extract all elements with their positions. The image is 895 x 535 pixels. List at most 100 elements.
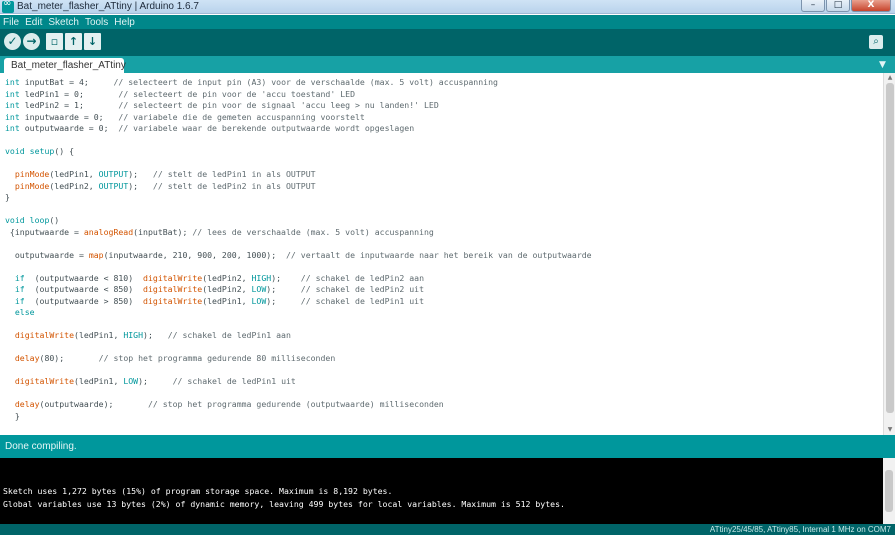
code-token: digitalWrite bbox=[14, 376, 75, 386]
code-comment: // schakel de ledPin2 uit bbox=[300, 284, 425, 294]
verify-button[interactable]: ✓ bbox=[4, 33, 21, 50]
scroll-down-arrow-icon[interactable]: ▼ bbox=[884, 425, 895, 435]
window-title: Bat_meter_flasher_ATtiny | Arduino 1.6.7 bbox=[17, 1, 199, 12]
menu-edit[interactable]: Edit bbox=[25, 17, 42, 28]
code-comment: // schakel de ledPin1 uit bbox=[172, 376, 296, 386]
code-line[interactable]: outputwaarde = map(inputwaarde, 210, 900… bbox=[5, 250, 880, 262]
tab-menu-icon[interactable]: ▼ bbox=[877, 60, 888, 70]
code-token: int bbox=[5, 100, 20, 110]
menu-tools[interactable]: Tools bbox=[85, 17, 108, 28]
code-line[interactable]: void setup() { bbox=[5, 146, 880, 158]
code-line[interactable] bbox=[5, 135, 880, 147]
editor-vertical-scrollbar[interactable]: ▲ ▼ bbox=[883, 73, 895, 435]
code-token: inputwaarde = 0; bbox=[19, 111, 119, 122]
code-token: digitalWrite bbox=[14, 330, 75, 340]
code-line[interactable] bbox=[5, 158, 880, 170]
code-line[interactable]: } bbox=[5, 192, 880, 204]
code-line[interactable]: else bbox=[5, 307, 880, 319]
console-line: Global variables use 13 bytes (2%) of dy… bbox=[3, 499, 565, 509]
close-button[interactable]: X bbox=[851, 0, 891, 12]
code-line[interactable]: digitalWrite(ledPin1, HIGH); // schakel … bbox=[5, 330, 880, 342]
serial-monitor-button[interactable]: ⌕ bbox=[869, 35, 883, 49]
minimize-button[interactable]: – bbox=[801, 0, 825, 12]
code-token: (ledPin1, bbox=[74, 376, 124, 386]
code-token: (ledPin1, bbox=[74, 330, 124, 340]
code-comment: // variabele die de gemeten accuspanning… bbox=[118, 111, 365, 122]
code-token: (ledPin1, bbox=[202, 295, 252, 306]
code-line[interactable] bbox=[5, 261, 880, 273]
code-line[interactable]: int ledPin2 = 1; // selecteert de pin vo… bbox=[5, 100, 880, 112]
code-token: ledPin1 = 0; bbox=[19, 88, 119, 99]
code-token: inputBat = 4; bbox=[19, 77, 114, 87]
code-token: LOW bbox=[123, 376, 139, 386]
code-line[interactable] bbox=[5, 238, 880, 250]
editor-scroll-thumb[interactable] bbox=[886, 83, 894, 413]
code-line[interactable]: if (outputwaarde > 850) digitalWrite(led… bbox=[5, 296, 880, 308]
code-token: HIGH bbox=[251, 272, 272, 283]
code-line[interactable]: void loop() bbox=[5, 215, 880, 227]
code-line[interactable]: int inputwaarde = 0; // variabele die de… bbox=[5, 112, 880, 124]
code-line[interactable]: if (outputwaarde < 810) digitalWrite(led… bbox=[5, 273, 880, 285]
code-token: if bbox=[14, 284, 25, 294]
code-line[interactable] bbox=[5, 342, 880, 354]
tab-bar: Bat_meter_flasher_ATtiny ▼ bbox=[0, 56, 895, 73]
menu-file[interactable]: File bbox=[3, 17, 19, 28]
code-token: (ledPin1, bbox=[49, 169, 99, 179]
console-scroll-thumb[interactable] bbox=[885, 470, 893, 512]
code-token: digitalWrite bbox=[143, 284, 203, 294]
code-line[interactable]: } bbox=[5, 411, 880, 423]
code-line[interactable] bbox=[5, 204, 880, 216]
menu-help[interactable]: Help bbox=[114, 17, 135, 28]
code-line[interactable]: digitalWrite(ledPin1, LOW); // schakel d… bbox=[5, 376, 880, 388]
code-line[interactable]: pinMode(ledPin1, OUTPUT); // stelt de le… bbox=[5, 169, 880, 181]
code-token: (inputBat); bbox=[133, 226, 193, 237]
console-vertical-scrollbar[interactable] bbox=[883, 458, 895, 524]
code-line[interactable]: {inputwaarde = analogRead(inputBat); // … bbox=[5, 227, 880, 239]
code-comment: // stelt de ledPin2 in als OUTPUT bbox=[152, 180, 316, 191]
maximize-button[interactable]: □ bbox=[826, 0, 850, 12]
code-line[interactable]: if (outputwaarde < 850) digitalWrite(led… bbox=[5, 284, 880, 296]
new-sketch-button[interactable]: ▫ bbox=[46, 33, 63, 50]
code-line[interactable]: int ledPin1 = 0; // selecteert de pin vo… bbox=[5, 89, 880, 101]
code-editor[interactable]: int inputBat = 4; // selecteert de input… bbox=[0, 73, 895, 435]
open-sketch-button[interactable]: ↑ bbox=[65, 33, 82, 50]
code-comment: // selecteert de pin voor de 'accu toest… bbox=[118, 88, 355, 99]
code-token: delay bbox=[14, 353, 40, 363]
code-text-area[interactable]: int inputBat = 4; // selecteert de input… bbox=[5, 77, 880, 422]
code-token: int bbox=[5, 111, 20, 122]
code-token: ); bbox=[138, 376, 173, 386]
code-line[interactable] bbox=[5, 388, 880, 400]
code-line[interactable]: int outputwaarde = 0; // variabele waar … bbox=[5, 123, 880, 135]
code-line[interactable] bbox=[5, 365, 880, 377]
menu-sketch[interactable]: Sketch bbox=[48, 17, 79, 28]
upload-button[interactable]: → bbox=[23, 33, 40, 50]
code-token: (outputwaarde < 850) bbox=[24, 284, 144, 294]
code-line[interactable]: int inputBat = 4; // selecteert de input… bbox=[5, 77, 880, 89]
code-token: ledPin2 = 1; bbox=[19, 100, 119, 110]
tab-sketch[interactable]: Bat_meter_flasher_ATtiny bbox=[4, 58, 126, 73]
code-comment: // lees de verschaalde (max. 5 volt) acc… bbox=[192, 226, 434, 237]
code-token: pinMode bbox=[14, 169, 50, 179]
scroll-up-arrow-icon[interactable]: ▲ bbox=[884, 73, 895, 83]
code-token: () { bbox=[54, 146, 75, 156]
code-line[interactable]: delay(80); // stop het programma geduren… bbox=[5, 353, 880, 365]
code-token: outputwaarde = bbox=[5, 249, 89, 260]
code-line[interactable] bbox=[5, 319, 880, 331]
code-token: LOW bbox=[251, 284, 267, 294]
code-line[interactable]: pinMode(ledPin2, OUTPUT); // stelt de le… bbox=[5, 181, 880, 193]
code-token: ); bbox=[271, 272, 301, 283]
code-line[interactable]: delay(outputwaarde); // stop het program… bbox=[5, 399, 880, 411]
code-token: outputwaarde = 0; bbox=[19, 123, 119, 133]
code-token: if bbox=[14, 295, 25, 306]
code-token: int bbox=[5, 77, 20, 87]
code-token: } bbox=[5, 410, 20, 421]
save-sketch-button[interactable]: ↓ bbox=[84, 33, 101, 50]
code-token: int bbox=[5, 123, 20, 133]
code-token: if bbox=[14, 272, 25, 283]
